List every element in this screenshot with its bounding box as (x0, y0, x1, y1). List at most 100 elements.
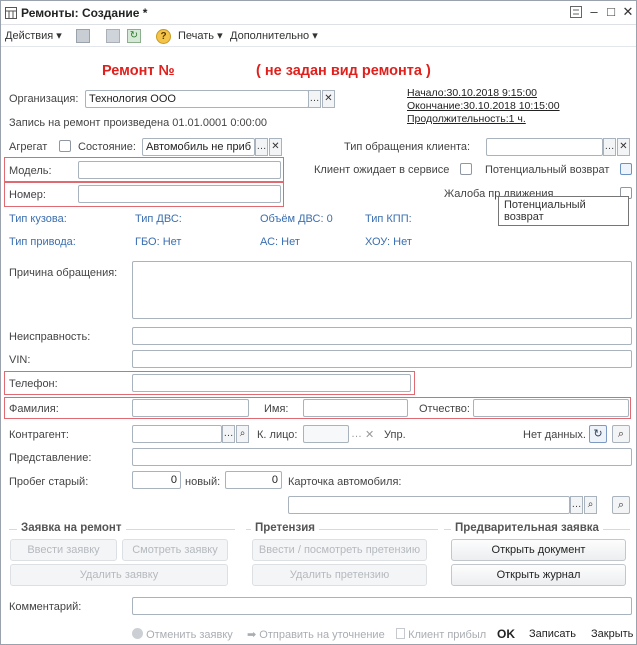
prelim-group-title: Предварительная заявка (451, 522, 603, 534)
vin-field[interactable] (132, 350, 632, 368)
save-icon[interactable] (76, 29, 90, 43)
list-icon[interactable] (106, 29, 120, 43)
more-label: Дополнительно (230, 30, 310, 42)
request-group-title: Заявка на ремонт (17, 522, 126, 534)
request-type-select-button[interactable]: … (603, 138, 616, 156)
claim-enter-button[interactable]: Ввести / посмотреть претензию (252, 539, 427, 561)
vin-label: VIN: (9, 354, 31, 366)
print-label: Печать (178, 30, 215, 42)
mileage-new-label: новый: (185, 476, 221, 488)
body-type-link[interactable]: Тип кузова: (9, 213, 67, 225)
search-icon[interactable]: ⌕ (612, 425, 630, 443)
contact-select-button[interactable]: … (351, 428, 362, 440)
duration-link[interactable]: Продолжительность:1 ч. (407, 113, 526, 125)
comment-field[interactable] (132, 597, 632, 615)
open-journal-button[interactable]: Открыть журнал (451, 564, 626, 586)
delete-request-button[interactable]: Удалить заявку (10, 564, 228, 586)
number-label: Номер: (9, 189, 46, 201)
car-search-icon[interactable]: ⌕ (612, 496, 630, 514)
gbo-link[interactable]: ГБО: Нет (135, 236, 181, 248)
enter-request-button[interactable]: Ввести заявку (10, 539, 117, 561)
model-label: Модель: (9, 165, 52, 177)
request-type-clear-icon[interactable]: ✕ (617, 138, 630, 156)
state-clear-icon[interactable]: ✕ (269, 138, 282, 156)
ac-link[interactable]: АС: Нет (260, 236, 300, 248)
comment-label: Комментарий: (9, 601, 82, 613)
org-clear-icon[interactable]: ✕ (322, 90, 335, 108)
close-form-button[interactable]: Закрыть (591, 628, 633, 640)
save-button[interactable]: Записать (529, 628, 576, 640)
contact-label: К. лицо: (257, 429, 298, 441)
fault-field[interactable] (132, 327, 632, 345)
org-select-button[interactable]: … (308, 90, 321, 108)
engine-type-link[interactable]: Тип ДВС: (135, 213, 182, 225)
close-button[interactable]: ✕ (619, 4, 637, 20)
aggregate-checkbox[interactable] (59, 140, 71, 152)
hou-link[interactable]: ХОУ: Нет (365, 236, 412, 248)
mileage-new-field[interactable]: 0 (225, 471, 282, 489)
request-type-field[interactable] (486, 138, 603, 156)
name-label: Имя: (264, 403, 289, 415)
repair-title: Ремонт № (102, 63, 175, 79)
model-field[interactable] (78, 161, 281, 179)
car-card-select-button[interactable]: … (570, 496, 583, 514)
calc-icon[interactable] (567, 4, 585, 20)
car-card-label: Карточка автомобиля: (288, 476, 402, 488)
potential-return-label: Потенциальный возврат (485, 164, 610, 176)
refresh-icon[interactable]: ↻ (127, 29, 141, 43)
arrow-right-icon: ➡ (247, 629, 257, 641)
car-card-field[interactable] (288, 496, 570, 514)
car-card-search-icon[interactable]: ⌕ (584, 496, 597, 514)
upr-label: Упр. (384, 429, 406, 441)
counterparty-field[interactable] (132, 425, 222, 443)
cancel-request-button[interactable]: Отменить заявку (132, 628, 233, 641)
name-field[interactable] (303, 399, 408, 417)
state-select-button[interactable]: … (255, 138, 268, 156)
phone-field[interactable] (132, 374, 411, 392)
cancel-label: Отменить заявку (146, 629, 233, 641)
refresh-data-icon[interactable]: ↻ (589, 425, 607, 443)
aggregate-label: Агрегат (9, 141, 48, 153)
client-arrived-button[interactable]: Клиент прибыл (396, 628, 486, 641)
gearbox-type-link[interactable]: Тип КПП: (365, 213, 412, 225)
surname-field[interactable] (132, 399, 249, 417)
representative-field[interactable] (132, 448, 632, 466)
document-icon (396, 628, 405, 639)
send-clarify-button[interactable]: ➡ Отправить на уточнение (247, 628, 385, 641)
potential-return-tooltip: Потенциальный возврат (498, 196, 629, 226)
arrived-label: Клиент прибыл (408, 629, 487, 641)
org-label: Организация: (9, 93, 79, 105)
ok-button[interactable]: OK (497, 627, 515, 641)
view-request-button[interactable]: Смотреть заявку (122, 539, 228, 561)
minimize-button[interactable]: – (585, 4, 603, 20)
drive-type-link[interactable]: Тип привода: (9, 236, 76, 248)
send-label: Отправить на уточнение (259, 629, 385, 641)
maximize-button[interactable]: □ (602, 4, 620, 20)
print-menu[interactable]: Печать ▾ (178, 29, 223, 42)
end-link[interactable]: Окончание:30.10.2018 10:15:00 (407, 100, 560, 112)
counterparty-select-button[interactable]: … (222, 425, 235, 443)
actions-label: Действия (5, 30, 54, 42)
actions-menu[interactable]: Действия ▾ (5, 29, 62, 42)
engine-volume-link[interactable]: Объём ДВС: 0 (260, 213, 333, 225)
counterparty-label: Контрагент: (9, 429, 69, 441)
client-waits-checkbox[interactable] (460, 163, 472, 175)
patronymic-field[interactable] (473, 399, 629, 417)
state-field[interactable]: Автомобиль не приб (142, 138, 255, 156)
reason-label: Причина обращения: (9, 267, 118, 279)
number-field[interactable] (78, 185, 281, 203)
contact-field[interactable] (303, 425, 349, 443)
org-field[interactable]: Технология ООО (85, 90, 309, 108)
claim-delete-button[interactable]: Удалить претензию (252, 564, 427, 586)
more-menu[interactable]: Дополнительно ▾ (230, 29, 318, 42)
potential-return-checkbox[interactable] (620, 163, 632, 175)
fault-label: Неисправность: (9, 331, 91, 343)
help-icon[interactable]: ? (156, 29, 171, 44)
start-link[interactable]: Начало:30.10.2018 9:15:00 (407, 87, 537, 99)
counterparty-search-icon[interactable]: ⌕ (236, 425, 249, 443)
mileage-old-field[interactable]: 0 (132, 471, 181, 489)
request-type-label: Тип обращения клиента: (344, 141, 471, 153)
open-document-button[interactable]: Открыть документ (451, 539, 626, 561)
contact-clear-icon[interactable]: ✕ (365, 428, 374, 441)
reason-field[interactable] (132, 261, 632, 319)
